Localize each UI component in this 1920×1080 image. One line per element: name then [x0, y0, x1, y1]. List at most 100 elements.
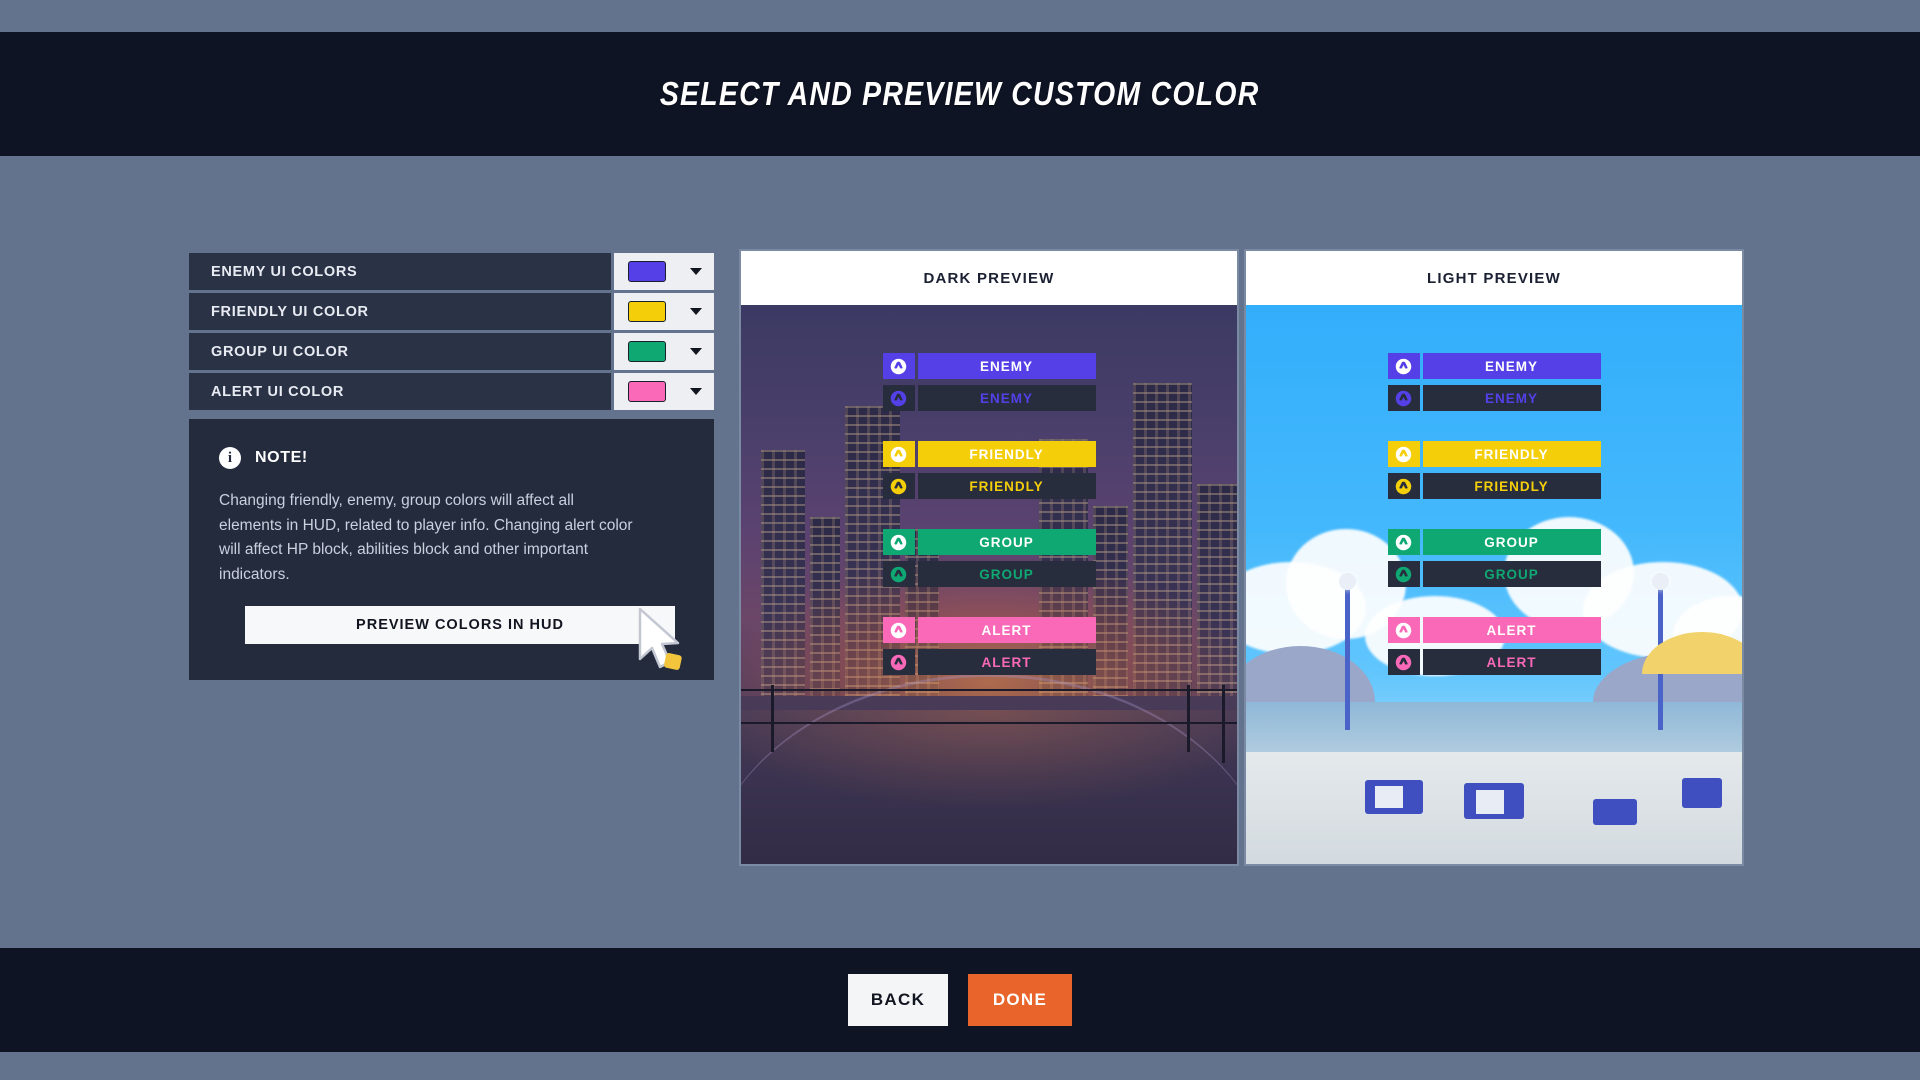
hud-row-enemy-outline: ENEMY [1387, 385, 1601, 411]
dark-preview-panel: DARK PREVIEW ENEMY ENEMY FRIENDLY FRIEND… [739, 249, 1239, 866]
hud-label-alert-outline: ALERT [981, 654, 1032, 670]
hud-bar-group-outline: GROUP [1422, 561, 1601, 587]
note-panel: i NOTE! Changing friendly, enemy, group … [189, 419, 714, 680]
setting-label-box-alert: ALERT UI COLOR [189, 373, 611, 410]
hud-group-enemy: ENEMY ENEMY [882, 353, 1096, 417]
overwatch-logo-icon [1387, 385, 1420, 411]
color-dropdown-friendly[interactable] [614, 293, 714, 330]
color-swatch-alert [628, 381, 666, 402]
color-dropdown-enemy[interactable] [614, 253, 714, 290]
hud-group-friendly: FRIENDLY FRIENDLY [1387, 441, 1601, 505]
overwatch-logo-icon [1387, 561, 1420, 587]
hud-row-friendly-filled: FRIENDLY [882, 441, 1096, 467]
hud-group-alert: ALERT ALERT [1387, 617, 1601, 681]
page-title: SELECT AND PREVIEW CUSTOM COLOR [660, 75, 1260, 112]
hud-bar-group-outline: GROUP [917, 561, 1096, 587]
hud-bar-alert-outline: ALERT [917, 649, 1096, 675]
overwatch-logo-icon [1387, 353, 1420, 379]
info-icon: i [219, 447, 241, 469]
hud-label-alert-outline: ALERT [1486, 654, 1537, 670]
setting-label-box-friendly: FRIENDLY UI COLOR [189, 293, 611, 330]
setting-label-box-enemy: ENEMY UI COLORS [189, 253, 611, 290]
preview-colors-in-hud-button[interactable]: PREVIEW COLORS IN HUD [245, 606, 675, 644]
color-settings-panel: ENEMY UI COLORS FRIENDLY UI COLOR GROUP … [189, 253, 714, 413]
overwatch-logo-icon [1387, 441, 1420, 467]
hud-label-group-filled: GROUP [979, 534, 1034, 550]
overwatch-logo-icon [882, 649, 915, 675]
hud-group-group: GROUP GROUP [1387, 529, 1601, 593]
hud-bar-alert-filled: ALERT [1422, 617, 1601, 643]
setting-row-group: GROUP UI COLOR [189, 333, 714, 370]
overwatch-logo-icon [1387, 617, 1420, 643]
hud-bar-alert-filled: ALERT [917, 617, 1096, 643]
hud-row-group-filled: GROUP [882, 529, 1096, 555]
hud-row-friendly-outline: FRIENDLY [882, 473, 1096, 499]
overwatch-logo-icon [882, 385, 915, 411]
hud-row-alert-filled: ALERT [882, 617, 1096, 643]
color-dropdown-alert[interactable] [614, 373, 714, 410]
back-button[interactable]: BACK [848, 974, 948, 1026]
hud-label-group-outline: GROUP [979, 566, 1034, 582]
hud-bar-enemy-outline: ENEMY [1422, 385, 1601, 411]
hud-group-friendly: FRIENDLY FRIENDLY [882, 441, 1096, 505]
hud-row-group-filled: GROUP [1387, 529, 1601, 555]
hud-label-enemy-outline: ENEMY [979, 390, 1033, 406]
hud-row-alert-outline: ALERT [1387, 649, 1601, 675]
chevron-down-icon [690, 268, 702, 275]
dark-preview-title: DARK PREVIEW [923, 269, 1055, 287]
hud-row-group-outline: GROUP [1387, 561, 1601, 587]
hud-label-enemy-filled: ENEMY [1484, 358, 1538, 374]
light-preview-panel: LIGHT PREVIEW ENEMY ENEMY FRIENDLY FRIEN… [1244, 249, 1744, 866]
color-dropdown-group[interactable] [614, 333, 714, 370]
hud-label-friendly-filled: FRIENDLY [1474, 446, 1549, 462]
chevron-down-icon [690, 348, 702, 355]
note-title: NOTE! [255, 449, 308, 466]
hud-group-group: GROUP GROUP [882, 529, 1096, 593]
setting-label-friendly: FRIENDLY UI COLOR [211, 303, 369, 320]
light-hud-stack: ENEMY ENEMY FRIENDLY FRIENDLY GROUP GROU… [1246, 353, 1742, 705]
hud-bar-enemy-outline: ENEMY [917, 385, 1096, 411]
hud-label-alert-filled: ALERT [1486, 622, 1537, 638]
hud-row-friendly-filled: FRIENDLY [1387, 441, 1601, 467]
dark-preview-scene: ENEMY ENEMY FRIENDLY FRIENDLY GROUP GROU… [741, 305, 1237, 864]
overwatch-logo-icon [882, 617, 915, 643]
overwatch-logo-icon [1387, 529, 1420, 555]
light-preview-header: LIGHT PREVIEW [1246, 251, 1742, 305]
done-button[interactable]: DONE [968, 974, 1072, 1026]
note-header: i NOTE! [219, 447, 684, 469]
overwatch-logo-icon [1387, 473, 1420, 499]
overwatch-logo-icon [882, 441, 915, 467]
hud-bar-enemy-filled: ENEMY [917, 353, 1096, 379]
light-preview-title: LIGHT PREVIEW [1427, 269, 1561, 287]
hud-bar-group-filled: GROUP [1422, 529, 1601, 555]
hud-bar-group-filled: GROUP [917, 529, 1096, 555]
page-footer-band: BACK DONE [0, 948, 1920, 1052]
overwatch-logo-icon [882, 561, 915, 587]
hud-bar-friendly-filled: FRIENDLY [917, 441, 1096, 467]
setting-label-enemy: ENEMY UI COLORS [211, 263, 358, 280]
dark-preview-header: DARK PREVIEW [741, 251, 1237, 305]
hud-group-enemy: ENEMY ENEMY [1387, 353, 1601, 417]
hud-row-alert-outline: ALERT [882, 649, 1096, 675]
hud-label-group-outline: GROUP [1484, 566, 1539, 582]
hud-label-alert-filled: ALERT [981, 622, 1032, 638]
hud-label-enemy-outline: ENEMY [1484, 390, 1538, 406]
page-header-band: SELECT AND PREVIEW CUSTOM COLOR [0, 32, 1920, 156]
hud-label-friendly-filled: FRIENDLY [969, 446, 1044, 462]
color-swatch-group [628, 341, 666, 362]
note-body-text: Changing friendly, enemy, group colors w… [219, 492, 633, 583]
hud-bar-friendly-outline: FRIENDLY [917, 473, 1096, 499]
chevron-down-icon [690, 388, 702, 395]
hud-row-enemy-filled: ENEMY [1387, 353, 1601, 379]
hud-row-enemy-outline: ENEMY [882, 385, 1096, 411]
overwatch-logo-icon [1387, 649, 1420, 675]
hud-bar-friendly-outline: FRIENDLY [1422, 473, 1601, 499]
chevron-down-icon [690, 308, 702, 315]
overwatch-logo-icon [882, 529, 915, 555]
hud-row-alert-filled: ALERT [1387, 617, 1601, 643]
light-preview-scene: ENEMY ENEMY FRIENDLY FRIENDLY GROUP GROU… [1246, 305, 1742, 864]
hud-row-group-outline: GROUP [882, 561, 1096, 587]
color-swatch-enemy [628, 261, 666, 282]
setting-label-alert: ALERT UI COLOR [211, 383, 345, 400]
hud-bar-alert-outline: ALERT [1422, 649, 1601, 675]
